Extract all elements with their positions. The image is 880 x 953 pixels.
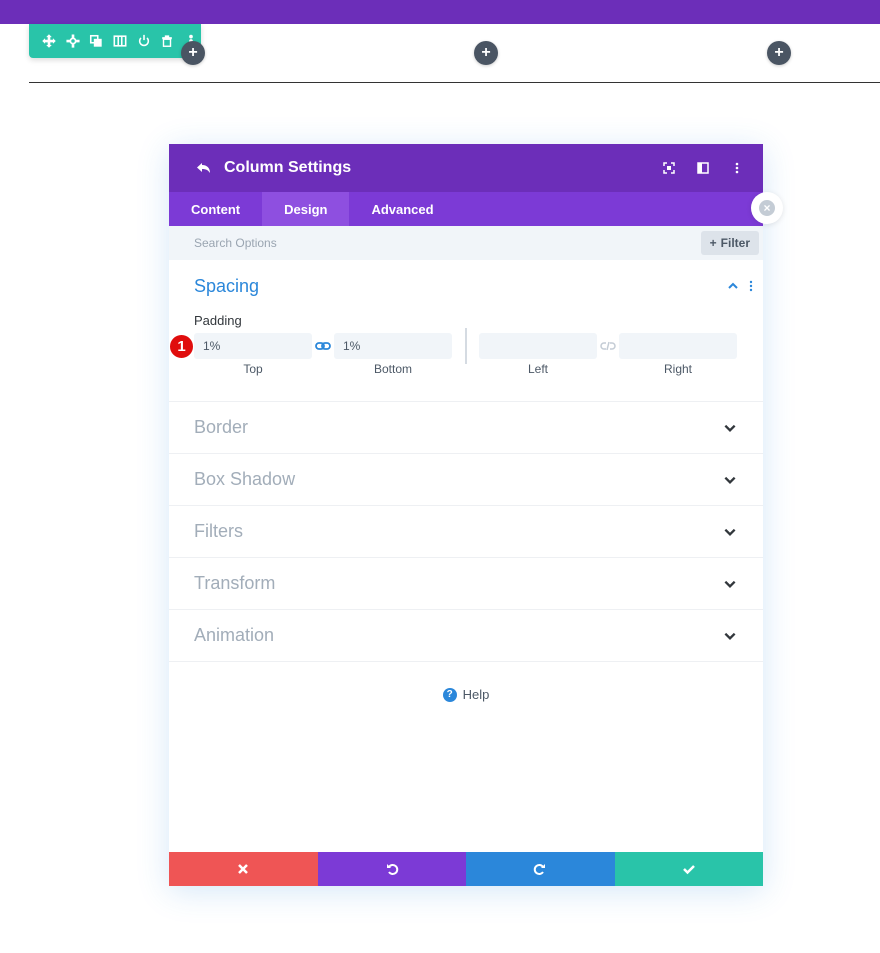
row-divider <box>29 82 880 83</box>
padding-bottom-label: Bottom <box>373 362 412 376</box>
section-more-icon[interactable] <box>749 280 753 292</box>
spacing-title[interactable]: Spacing <box>194 276 259 297</box>
gear-icon[interactable] <box>63 31 83 51</box>
split-view-icon[interactable] <box>693 158 713 178</box>
undo-button[interactable] <box>317 852 466 886</box>
border-section[interactable]: Border <box>169 402 763 454</box>
spacing-section: Spacing Padding 1% 1% Top Bottom Left Ri… <box>169 260 763 402</box>
search-options-bar[interactable]: Search Options + Filter <box>169 226 763 260</box>
help-link[interactable]: ? Help <box>169 687 763 702</box>
chevron-up-icon[interactable] <box>727 280 739 292</box>
padding-label: Padding <box>194 313 242 328</box>
redo-button[interactable] <box>466 852 615 886</box>
modal-title: Column Settings <box>224 159 352 176</box>
border-title: Border <box>194 417 249 437</box>
modal-header: Column Settings <box>169 144 763 192</box>
padding-right-label: Right <box>663 362 692 376</box>
add-column-module-button[interactable]: + <box>181 41 205 65</box>
filter-button[interactable]: + Filter <box>700 231 759 255</box>
transform-section[interactable]: Transform <box>169 558 763 610</box>
padding-left-field[interactable] <box>479 333 597 359</box>
power-icon[interactable] <box>134 31 154 51</box>
trash-icon[interactable] <box>158 31 178 51</box>
chevron-down-icon <box>724 580 736 588</box>
chevron-down-icon <box>724 528 736 536</box>
unlink-icon[interactable] <box>600 340 616 352</box>
tab-design[interactable]: Design <box>262 192 350 226</box>
padding-bottom-field[interactable]: 1% <box>334 333 452 359</box>
tab-advanced[interactable]: Advanced <box>349 192 455 226</box>
move-icon[interactable] <box>39 31 59 51</box>
chevron-down-icon <box>724 424 736 432</box>
discard-button[interactable] <box>169 852 318 886</box>
search-options-input[interactable]: Search Options <box>194 236 277 250</box>
chevron-down-icon <box>724 632 736 640</box>
box-shadow-title: Box Shadow <box>194 469 296 489</box>
help-label: Help <box>462 687 490 702</box>
duplicate-icon[interactable] <box>86 31 106 51</box>
close-modal-bubble[interactable]: × <box>751 192 783 224</box>
animation-title: Animation <box>194 625 275 645</box>
back-arrow-icon[interactable] <box>195 159 213 177</box>
close-icon <box>238 864 249 874</box>
row-toolbar <box>29 24 201 58</box>
modal-footer <box>169 852 763 886</box>
add-column-module-button[interactable]: + <box>474 41 498 65</box>
builder-top-bar <box>0 0 880 24</box>
filter-label: Filter <box>720 236 750 250</box>
redo-icon <box>534 864 546 875</box>
close-icon: × <box>759 200 775 216</box>
modal-tabs: Content Design Advanced <box>169 192 763 226</box>
padding-divider <box>465 328 467 364</box>
box-shadow-section[interactable]: Box Shadow <box>169 454 763 506</box>
check-icon <box>682 865 695 875</box>
tab-content[interactable]: Content <box>169 192 262 226</box>
link-icon[interactable] <box>315 340 331 352</box>
annotation-step-badge: 1 <box>169 334 194 359</box>
transform-title: Transform <box>194 573 276 593</box>
more-options-icon[interactable] <box>727 158 747 178</box>
animation-section[interactable]: Animation <box>169 610 763 662</box>
help-icon: ? <box>442 687 457 702</box>
column-settings-modal: Column Settings Content Design Advanced … <box>169 144 763 886</box>
plus-icon: + <box>709 236 717 250</box>
save-button[interactable] <box>614 852 763 886</box>
filters-title: Filters <box>194 521 243 541</box>
add-column-module-button[interactable]: + <box>767 41 791 65</box>
chevron-down-icon <box>724 476 736 484</box>
padding-top-label: Top <box>243 362 263 376</box>
columns-icon[interactable] <box>110 31 130 51</box>
padding-left-label: Left <box>527 362 548 376</box>
padding-right-field[interactable] <box>619 333 737 359</box>
padding-top-field[interactable]: 1% <box>194 333 312 359</box>
expand-icon[interactable] <box>659 158 679 178</box>
undo-icon <box>386 864 398 875</box>
filters-section[interactable]: Filters <box>169 506 763 558</box>
